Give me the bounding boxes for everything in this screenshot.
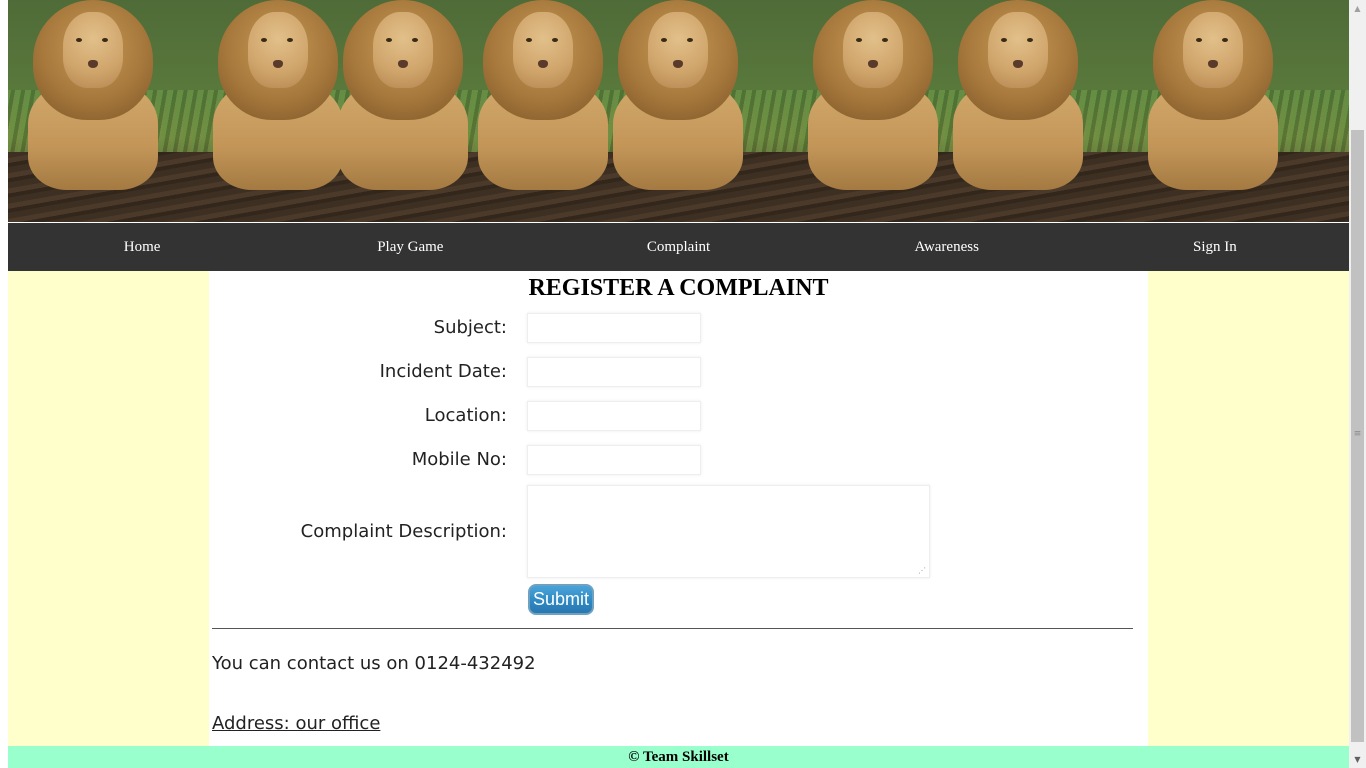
page-edge: [0, 0, 8, 768]
lions-banner-image: [8, 0, 1349, 222]
nav-item-home[interactable]: Home: [8, 239, 276, 256]
description-label: Complaint Description:: [300, 521, 507, 542]
lion-figure: [933, 0, 1103, 222]
location-label: Location:: [424, 405, 507, 426]
nav-item-play-game[interactable]: Play Game: [276, 239, 544, 256]
main-navbar: Home Play Game Complaint Awareness Sign …: [8, 223, 1349, 271]
scroll-up-arrow-icon[interactable]: ▲: [1349, 0, 1366, 17]
location-input[interactable]: [527, 401, 701, 431]
mobile-input[interactable]: [527, 445, 701, 475]
form-title: REGISTER A COMPLAINT: [528, 275, 829, 301]
description-textarea[interactable]: ⋰: [527, 485, 930, 578]
address-link[interactable]: Address: our office: [212, 713, 380, 734]
lion-figure: [593, 0, 763, 222]
subject-input[interactable]: [527, 313, 701, 343]
left-sidebar: [8, 271, 209, 746]
section-divider: [212, 628, 1133, 629]
complaint-form-panel: REGISTER A COMPLAINT Subject: Incident D…: [209, 271, 1148, 746]
vertical-scrollbar[interactable]: ▲ ≡ ▼: [1349, 0, 1366, 768]
scrollbar-grip-icon: ≡: [1353, 429, 1362, 439]
right-sidebar: [1148, 271, 1349, 746]
mobile-label: Mobile No:: [411, 449, 507, 470]
footer: © Team Skillset: [8, 746, 1349, 768]
nav-item-awareness[interactable]: Awareness: [813, 239, 1081, 256]
scroll-down-arrow-icon[interactable]: ▼: [1349, 751, 1366, 768]
nav-item-sign-in[interactable]: Sign In: [1081, 239, 1349, 256]
nav-item-complaint[interactable]: Complaint: [544, 239, 812, 256]
lion-figure: [1128, 0, 1298, 222]
incident-date-input[interactable]: [527, 357, 701, 387]
scrollbar-thumb[interactable]: ≡: [1351, 130, 1364, 742]
lion-figure: [8, 0, 178, 222]
resize-grip-icon[interactable]: ⋰: [918, 566, 926, 575]
submit-button[interactable]: Submit: [528, 584, 594, 615]
incident-date-label: Incident Date:: [379, 361, 507, 382]
subject-label: Subject:: [433, 317, 507, 338]
contact-text: You can contact us on 0124-432492: [212, 653, 536, 674]
